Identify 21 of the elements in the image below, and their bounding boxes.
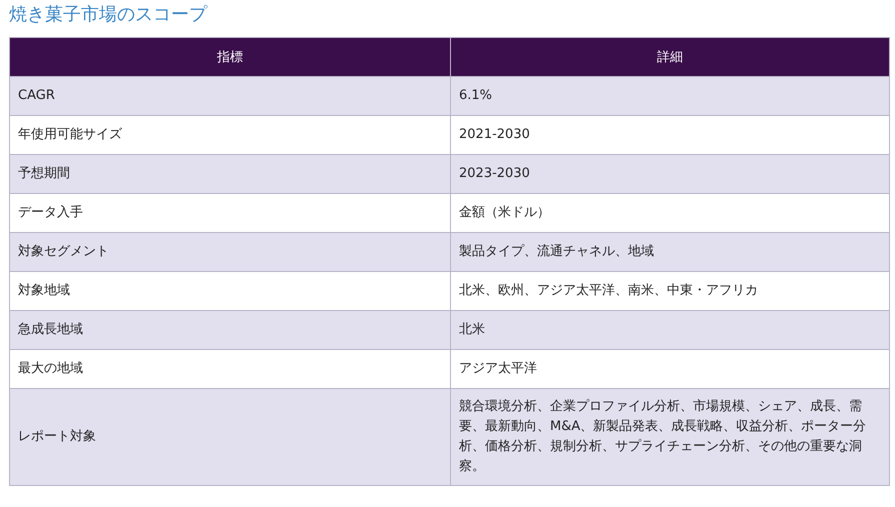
table-cell: 対象セグメント bbox=[10, 232, 450, 272]
table-cell: 2023-2030 bbox=[450, 154, 890, 194]
table-cell: アジア太平洋 bbox=[450, 350, 890, 388]
table-cell: 北米 bbox=[450, 310, 890, 350]
table-cell: レポート対象 bbox=[10, 388, 450, 486]
table-cell: 北米、欧州、アジア太平洋、南米、中東・アフリカ bbox=[450, 272, 890, 310]
table-cell: 対象地域 bbox=[10, 272, 450, 310]
section-title: 焼き菓子市場のスコープ bbox=[9, 3, 208, 27]
column-header: 詳細 bbox=[450, 38, 890, 76]
table-cell: 年使用可能サイズ bbox=[10, 116, 450, 154]
table-cell: 製品タイプ、流通チャネル、地域 bbox=[450, 232, 890, 272]
table-cell: 急成長地域 bbox=[10, 310, 450, 350]
table-cell: 予想期間 bbox=[10, 154, 450, 194]
table-cell: データ入手 bbox=[10, 194, 450, 232]
table-cell: 金額（米ドル） bbox=[450, 194, 890, 232]
table-cell: 2021-2030 bbox=[450, 116, 890, 154]
table-cell: CAGR bbox=[10, 76, 450, 116]
table-cell: 競合環境分析、企業プロファイル分析、市場規模、シェア、成長、需要、最新動向、M&A、新製品発表、成長戦略、収益分析、ポーター分析、価格分析、規制分析、サプライチェーン分析、その他の重要な洞察。 bbox=[450, 388, 890, 486]
column-header: 指標 bbox=[10, 38, 450, 76]
table-cell: 6.1% bbox=[450, 76, 890, 116]
table-cell: 最大の地域 bbox=[10, 350, 450, 388]
